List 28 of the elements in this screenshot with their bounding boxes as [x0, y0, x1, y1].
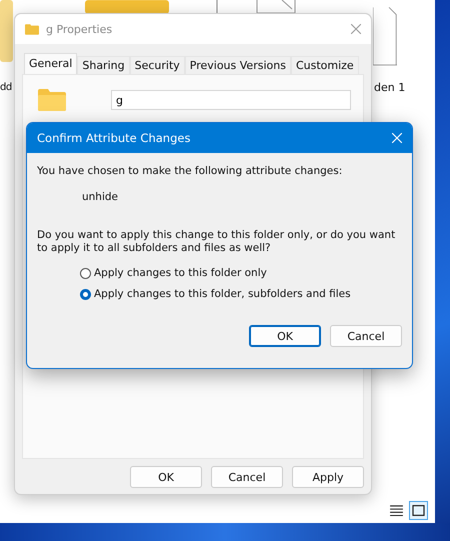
- tab[interactable]: Previous Versions: [184, 56, 291, 74]
- dialog-button[interactable]: OK: [249, 325, 321, 347]
- dialog-button[interactable]: Cancel: [330, 325, 402, 347]
- intro-text: You have chosen to make the following attribute changes:: [37, 165, 344, 178]
- radio-button[interactable]: [80, 288, 91, 300]
- dialog-button[interactable]: OK: [130, 466, 202, 488]
- folder-icon: [38, 89, 66, 111]
- dialog-button[interactable]: Apply: [292, 466, 364, 488]
- change-text: unhide: [82, 191, 120, 203]
- file-label: dd: [0, 81, 12, 95]
- name-field[interactable]: g: [111, 90, 351, 110]
- tab[interactable]: Sharing: [77, 56, 130, 74]
- radio-option[interactable]: Apply changes to this folder, subfolders and files: [80, 288, 402, 300]
- folder-icon: [0, 0, 13, 62]
- dialog-button[interactable]: Cancel: [211, 466, 283, 488]
- file-label: den 1: [374, 81, 406, 95]
- question-text: Do you want to apply this change to this folder only, or do you want to apply it to all subfolders and files as well?: [37, 229, 396, 255]
- folder-icon: [25, 24, 39, 34]
- tiles-view-button[interactable]: [409, 501, 428, 520]
- tab[interactable]: Security: [130, 56, 185, 74]
- radio-option[interactable]: Apply changes to this folder only: [80, 267, 402, 279]
- radio-button[interactable]: [80, 268, 91, 278]
- tab[interactable]: Customize: [290, 56, 359, 74]
- window-title: g Properties: [46, 22, 112, 36]
- folder-icon: [85, 0, 169, 14]
- dialog-title: Confirm Attribute Changes: [37, 131, 190, 145]
- tab[interactable]: General: [24, 53, 78, 74]
- close-icon[interactable]: [351, 24, 361, 34]
